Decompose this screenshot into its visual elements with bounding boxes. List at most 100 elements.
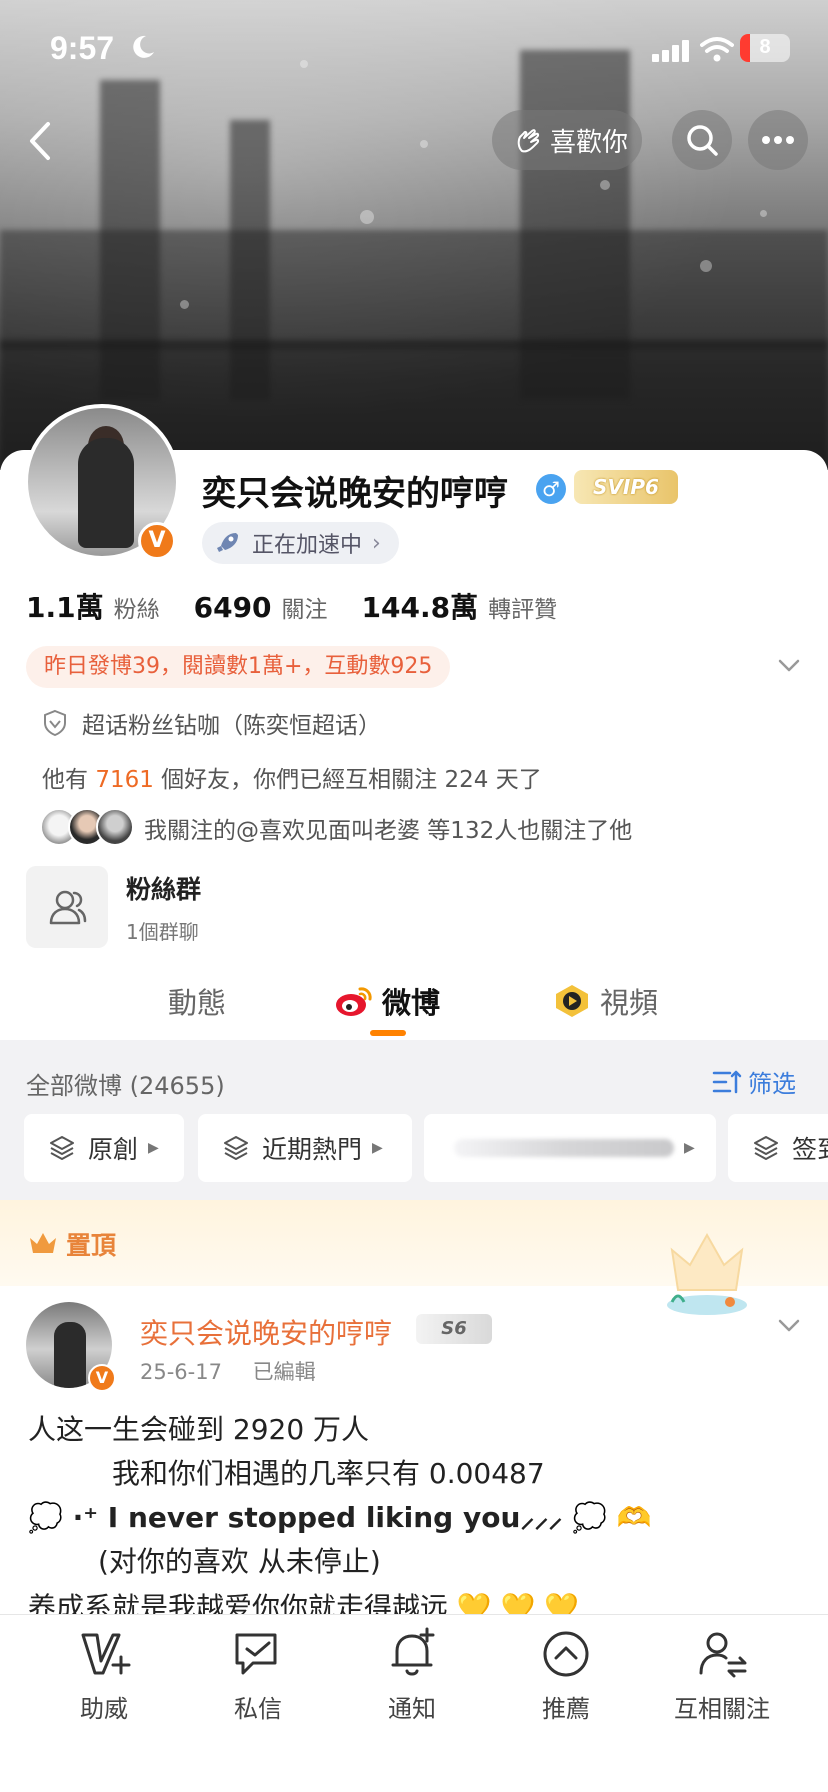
friends-prefix: 他有 xyxy=(42,767,88,793)
verified-badge: V xyxy=(138,522,176,560)
filter-icon xyxy=(712,1070,742,1093)
nav-label: 助威 xyxy=(80,1695,128,1723)
crown-icon xyxy=(30,1233,56,1253)
chip-original[interactable]: 原創 ▶ xyxy=(24,1114,184,1182)
v-plus-icon xyxy=(81,1633,131,1675)
status-time: 9:57 xyxy=(50,30,115,66)
stat-value: 6490 xyxy=(193,591,272,624)
mutual-follow-icon xyxy=(699,1632,747,1678)
profile-name: 奕只会说晚安的哼哼 xyxy=(202,474,508,514)
friends-suffix: 個好友，你們已經互相關注 224 天了 xyxy=(161,767,542,793)
nav-cheer[interactable]: 助威 xyxy=(44,1627,164,1724)
post-edited: 已編輯 xyxy=(252,1360,316,1384)
status-bar: 9:57 8 xyxy=(0,0,828,100)
cellular-signal-icon xyxy=(652,40,689,62)
post-author-name[interactable]: 奕只会说晚安的哼哼 xyxy=(140,1312,392,1352)
avatar xyxy=(96,808,134,846)
tab-label: 微博 xyxy=(382,986,441,1020)
nav-notifications[interactable]: 通知 xyxy=(352,1627,472,1724)
nav-label: 互相關注 xyxy=(674,1695,770,1723)
caret-right-icon: ▶ xyxy=(148,1140,159,1156)
all-weibo-count[interactable]: 全部微博 (24655) xyxy=(26,1066,225,1101)
chip-recent-hot[interactable]: 近期熱門 ▶ xyxy=(198,1114,412,1182)
boost-status-pill[interactable]: 正在加速中 › xyxy=(202,522,399,564)
tab-dynamic[interactable]: 動態 xyxy=(168,980,226,1022)
chevron-down-icon[interactable] xyxy=(776,1312,802,1338)
chip-checkin[interactable]: 签到 xyxy=(728,1114,828,1182)
filter-button[interactable]: 筛选 xyxy=(712,1064,796,1099)
nav-label: 私信 xyxy=(234,1695,282,1723)
like-you-button[interactable]: 喜歡你 xyxy=(492,110,642,170)
male-gender-icon: ♂ xyxy=(536,474,566,504)
fans-group-subtitle: 1個群聊 xyxy=(126,919,199,944)
stat-label: 粉絲 xyxy=(113,597,160,623)
stat-interactions[interactable]: 144.8萬 轉評贊 xyxy=(362,586,558,626)
chevron-down-icon[interactable] xyxy=(776,652,802,678)
search-button[interactable] xyxy=(672,110,732,170)
boost-status-label: 正在加速中 xyxy=(252,533,363,558)
tab-weibo[interactable]: 微博 xyxy=(334,980,440,1022)
fans-group-entry[interactable]: 粉絲群 1個群聊 xyxy=(26,866,201,948)
rocket-icon xyxy=(217,533,238,552)
nav-recommend[interactable]: 推薦 xyxy=(506,1627,626,1724)
more-dots-icon xyxy=(762,136,794,144)
post-body[interactable]: 人这一生会碰到 2920 万人 我和你们相遇的几率只有 0.00487 💭 ·⁺… xyxy=(28,1408,808,1584)
stat-followers[interactable]: 1.1萬 粉絲 xyxy=(26,586,160,626)
post-line: 我和你们相遇的几率只有 0.00487 xyxy=(112,1457,545,1490)
group-icon-tile xyxy=(26,866,108,948)
tab-video[interactable]: 視頻 xyxy=(552,980,658,1022)
caret-right-icon: ▶ xyxy=(372,1140,383,1156)
tab-label: 動態 xyxy=(168,986,227,1020)
nav-label: 推薦 xyxy=(542,1695,590,1723)
hand-heart-icon xyxy=(517,129,540,153)
layers-icon xyxy=(754,1136,778,1160)
nav-mutual-follow[interactable]: 互相關注 xyxy=(662,1627,782,1724)
weibo-logo-icon xyxy=(336,987,372,1016)
svip-badge[interactable]: SVIP6 xyxy=(574,470,678,504)
stat-value: 1.1萬 xyxy=(26,591,104,624)
friends-count: 7161 xyxy=(95,767,154,793)
more-button[interactable] xyxy=(748,110,808,170)
mutual-avatars xyxy=(40,808,140,848)
chip-label: 原創 xyxy=(88,1135,139,1164)
nav-label: 通知 xyxy=(388,1695,436,1723)
battery-indicator: 8 xyxy=(740,34,790,62)
stat-value: 144.8萬 xyxy=(361,591,479,624)
video-play-icon xyxy=(556,985,588,1017)
wifi-icon xyxy=(700,37,734,62)
friends-info[interactable]: 他有 7161 個好友，你們已經互相關注 224 天了 xyxy=(42,760,542,794)
post-line: 💭 ·⁺ I never stopped liking you⸝⸝⸝ 💭 🫶 xyxy=(28,1501,652,1534)
stat-following[interactable]: 6490 關注 xyxy=(194,590,328,624)
post-date: 25-6-17 xyxy=(140,1360,222,1384)
stat-label: 轉評贊 xyxy=(488,597,558,623)
chat-icon xyxy=(235,1633,277,1675)
post-line: 人这一生会碰到 2920 万人 xyxy=(28,1413,370,1446)
moon-icon xyxy=(133,35,154,58)
post-line: (对你的喜欢 从未停止) xyxy=(98,1545,381,1578)
verified-badge: V xyxy=(88,1364,116,1392)
up-arrow-circle-icon xyxy=(543,1631,589,1677)
chevron-right-icon: › xyxy=(372,530,381,556)
battery-level: 8 xyxy=(759,36,771,58)
fans-group-title: 粉絲群 xyxy=(126,874,202,904)
post-author-badge: S6 xyxy=(416,1314,492,1344)
bell-icon xyxy=(391,1627,435,1676)
chip-blurred[interactable]: ▶ xyxy=(424,1114,716,1182)
profile-tabs: 動態 微博 視頻 xyxy=(0,960,828,1040)
pinned-label: 置頂 xyxy=(66,1231,117,1260)
post-line-clipped: 养成系就是我越爱你你就走得越远 💛 💛 💛 xyxy=(28,1591,580,1614)
super-topic-label: 超话粉丝钻咖（陈奕恒超话） xyxy=(82,713,381,739)
mutual-follow-row[interactable]: 我關注的@喜欢见面叫老婆 等132人也關注了他 xyxy=(40,808,632,848)
yesterday-summary-pill[interactable]: 昨日發博39，閱讀數1萬+，互動數925 xyxy=(26,646,451,688)
mutual-follow-label: 我關注的@喜欢见面叫老婆 等132人也關注了他 xyxy=(144,818,633,844)
post-meta: 25-6-17 已編輯 xyxy=(140,1356,316,1386)
tab-label: 視頻 xyxy=(600,986,659,1020)
filter-label: 筛选 xyxy=(748,1070,796,1098)
filter-area: 全部微博 (24655) 筛选 原創 ▶ 近期熱門 ▶ ▶ 签到 xyxy=(0,1040,828,1200)
super-topic-row[interactable]: 超话粉丝钻咖（陈奕恒超话） xyxy=(40,706,381,740)
layers-icon xyxy=(50,1136,74,1160)
chip-label: 近期熱門 xyxy=(262,1135,363,1164)
back-icon[interactable] xyxy=(20,116,60,166)
nav-messages[interactable]: 私信 xyxy=(198,1627,318,1724)
stats-row: 1.1萬 粉絲 6490 關注 144.8萬 轉評贊 xyxy=(26,586,591,626)
